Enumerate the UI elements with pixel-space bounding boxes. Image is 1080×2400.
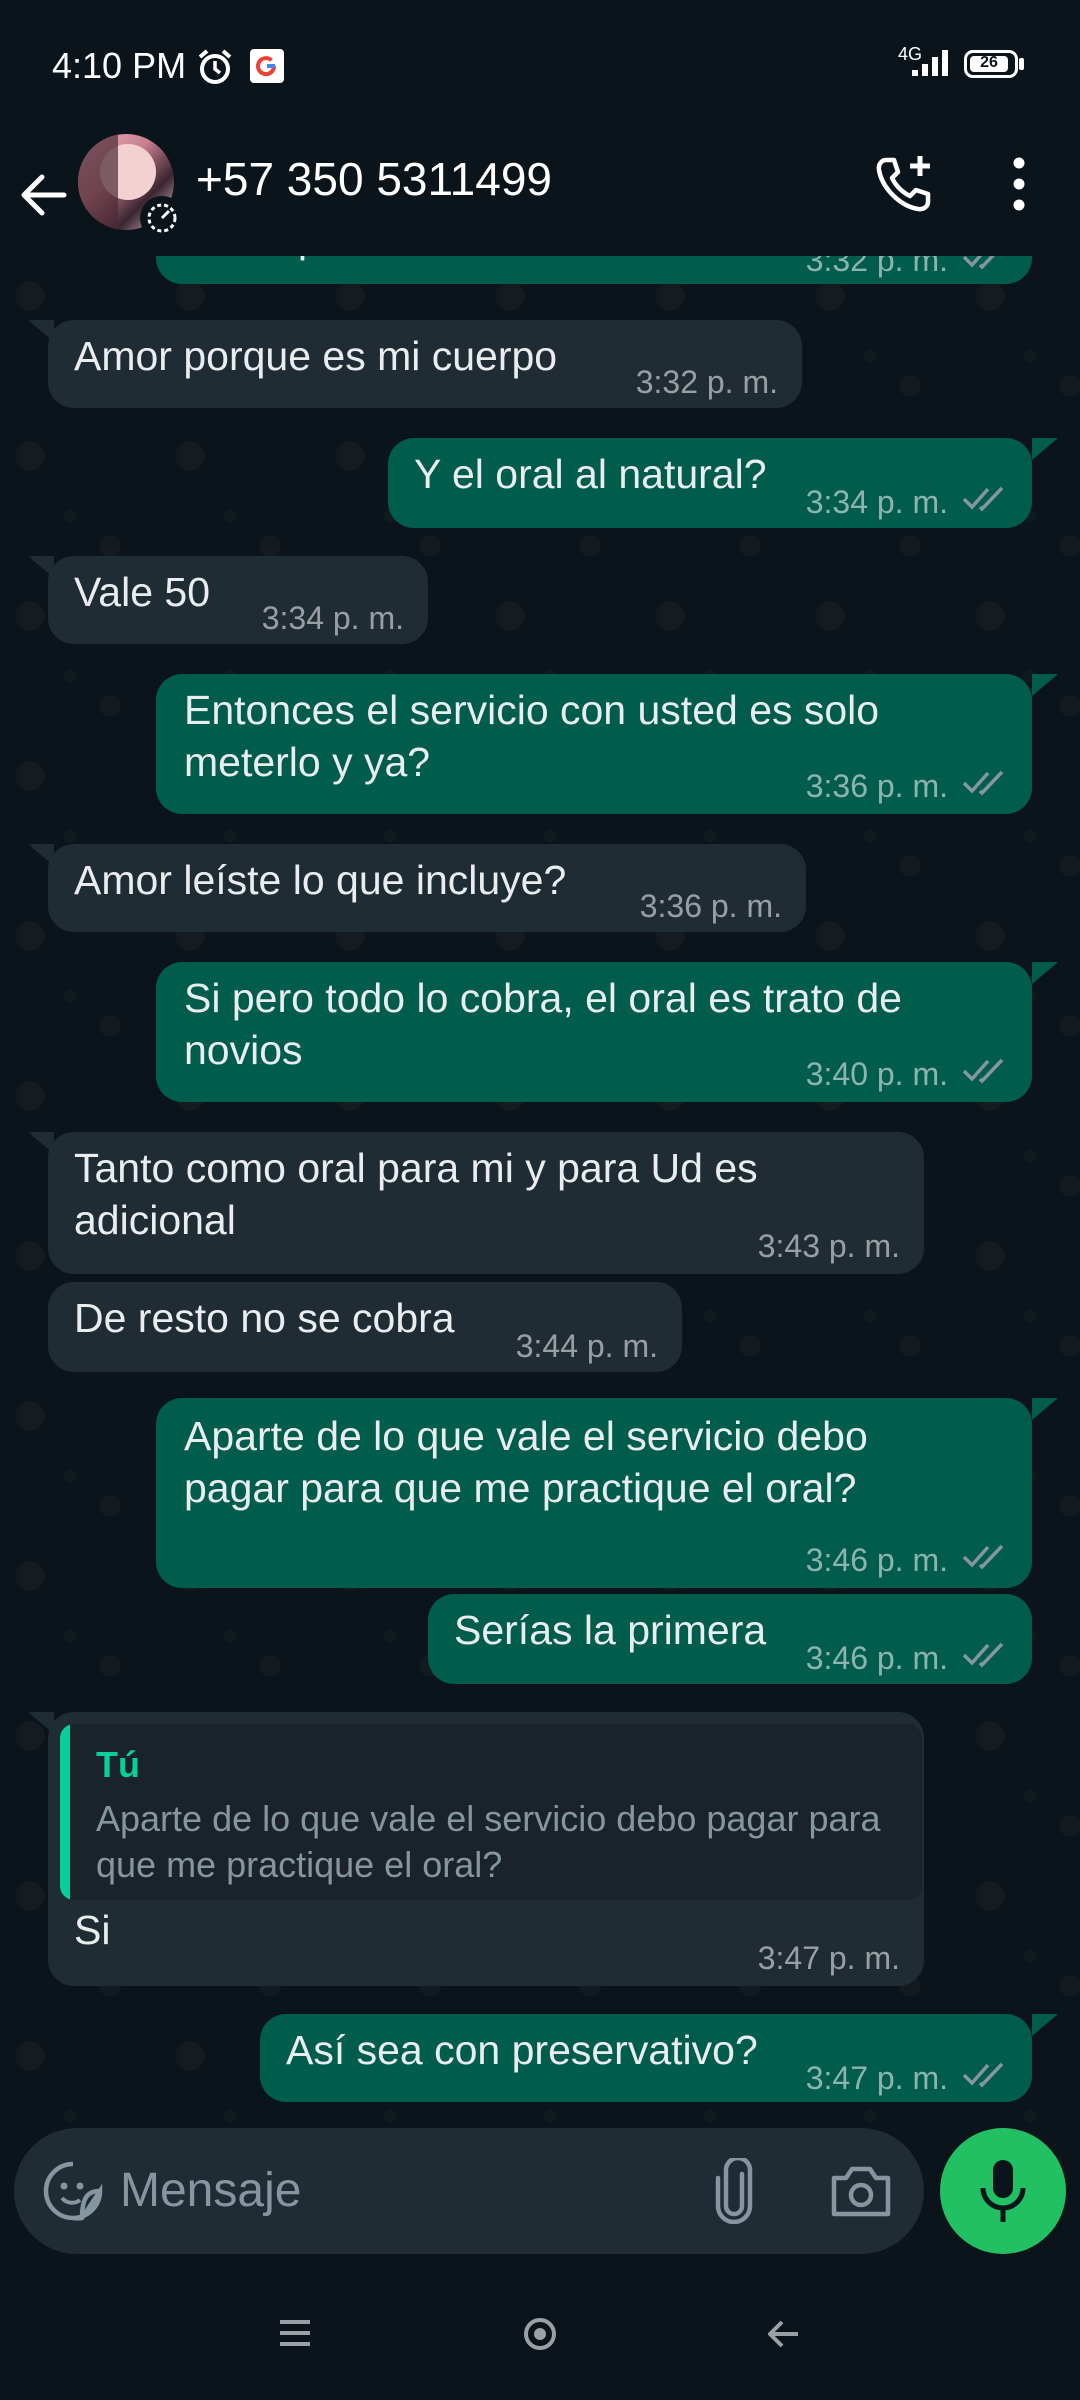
contact-name[interactable]: +57 350 5311499: [196, 152, 552, 206]
message-bubble-outgoing[interactable]: Entonces el servicio con usted es solo m…: [156, 674, 1032, 814]
message-time: 3:47 p. m.: [805, 2060, 948, 2096]
message-text-line: pagar para que me practique el oral?: [184, 1465, 857, 1511]
message-text-line: meterlo y ya?: [184, 739, 431, 785]
sticker-icon[interactable]: [42, 2160, 104, 2222]
bubble-tail: [1032, 674, 1058, 696]
read-ticks-icon: [962, 256, 995, 270]
home-icon[interactable]: [522, 2316, 558, 2352]
message-text-line: Si pero todo lo cobra, el oral es trato …: [184, 975, 902, 1021]
message-text-line: novios: [184, 1027, 303, 1073]
bubble-tail: [28, 1712, 54, 1734]
message-bubble-outgoing[interactable]: Y el oral al natural? 3:34 p. m.: [388, 438, 1032, 528]
message-composer: [14, 2128, 924, 2254]
message-time: 3:34 p. m.: [261, 600, 404, 636]
bubble-tail: [28, 1132, 54, 1154]
battery-icon: 26: [964, 50, 1018, 78]
message-text: De resto no se cobra: [74, 1295, 455, 1341]
message-time: 3:36 p. m.: [805, 768, 948, 804]
read-ticks-icon: [962, 1544, 1004, 1570]
quoted-text: Aparte de lo que vale el servicio debo p…: [96, 1798, 881, 1885]
back-arrow-icon[interactable]: [18, 172, 68, 218]
message-time: 3:46 p. m.: [805, 1542, 948, 1578]
microphone-icon: [980, 2160, 1026, 2222]
message-bubble-outgoing[interactable]: Si pero todo lo cobra, el oral es trato …: [156, 962, 1032, 1102]
battery-level: 26: [980, 54, 998, 71]
message-bubble-incoming[interactable]: Vale 50 3:34 p. m.: [48, 556, 428, 644]
google-icon: [250, 49, 284, 83]
bubble-tail: [28, 556, 54, 578]
system-nav-bar: [0, 2268, 1080, 2400]
read-ticks-icon: [962, 1642, 1004, 1668]
chat-area[interactable]: tiene que esforzarse 3:32 p. m. Amor por…: [0, 256, 1080, 2136]
read-ticks-icon: [962, 486, 1004, 512]
quote-accent-bar: [60, 1724, 70, 1900]
bubble-tail: [1032, 1398, 1058, 1420]
status-bar: 4:10 PM 4G 26: [0, 0, 1080, 134]
add-call-icon[interactable]: [872, 152, 936, 216]
read-ticks-icon: [962, 770, 1004, 796]
status-time: 4:10 PM: [52, 45, 187, 86]
message-time: 3:40 p. m.: [805, 1056, 948, 1092]
read-ticks-icon: [962, 1058, 1004, 1084]
back-nav-icon[interactable]: [766, 2318, 800, 2350]
message-time: 3:43 p. m.: [757, 1228, 900, 1264]
chat-header: +57 350 5311499: [0, 134, 1080, 256]
recent-apps-icon[interactable]: [278, 2318, 312, 2348]
timer-icon: [147, 203, 177, 233]
message-text: Amor leíste lo que incluye?: [74, 857, 567, 903]
message-text-line: adicional: [74, 1197, 236, 1243]
message-text: Y el oral al natural?: [414, 451, 767, 497]
read-ticks-icon: [962, 2062, 1004, 2088]
message-bubble-reply[interactable]: Tú Aparte de lo que vale el servicio deb…: [48, 1712, 924, 1986]
battery-tip: [1019, 58, 1024, 70]
message-bubble-outgoing[interactable]: tiene que esforzarse 3:32 p. m.: [156, 256, 1032, 284]
message-text: Vale 50: [74, 569, 211, 615]
message-input[interactable]: [118, 2156, 682, 2224]
voice-message-button[interactable]: [940, 2128, 1066, 2254]
attach-icon[interactable]: [712, 2158, 758, 2224]
message-time: 3:32 p. m.: [805, 256, 948, 278]
message-time: 3:46 p. m.: [805, 1640, 948, 1676]
message-time: 3:44 p. m.: [515, 1328, 658, 1364]
message-text: Si: [74, 1907, 111, 1953]
alarm-icon: [198, 49, 232, 84]
message-text: Así sea con preservativo?: [286, 2027, 758, 2073]
signal-icon: [912, 50, 948, 76]
quoted-message[interactable]: Tú Aparte de lo que vale el servicio deb…: [60, 1724, 922, 1900]
message-bubble-outgoing[interactable]: Aparte de lo que vale el servicio debo p…: [156, 1398, 1032, 1588]
message-bubble-incoming[interactable]: Amor porque es mi cuerpo 3:32 p. m.: [48, 320, 802, 408]
message-time: 3:32 p. m.: [635, 364, 778, 400]
message-bubble-incoming[interactable]: Amor leíste lo que incluye? 3:36 p. m.: [48, 844, 806, 932]
message-bubble-outgoing[interactable]: Serías la primera 3:46 p. m.: [428, 1594, 1032, 1684]
message-text-line: Aparte de lo que vale el servicio debo: [184, 1413, 868, 1459]
bubble-tail: [28, 844, 54, 866]
message-bubble-incoming[interactable]: De resto no se cobra 3:44 p. m.: [48, 1282, 682, 1372]
status-ring-badge: [140, 196, 184, 240]
message-time: 3:34 p. m.: [805, 484, 948, 520]
message-text-line: Tanto como oral para mi y para Ud es: [74, 1145, 758, 1191]
message-bubble-outgoing[interactable]: Así sea con preservativo? 3:47 p. m.: [260, 2014, 1032, 2102]
message-time: 3:47 p. m.: [757, 1940, 900, 1976]
bubble-tail: [1032, 438, 1058, 460]
quoted-author: Tú: [96, 1744, 140, 1785]
bubble-tail: [1032, 2014, 1058, 2036]
bubble-tail: [1032, 962, 1058, 984]
more-options-icon[interactable]: [1004, 152, 1034, 216]
message-text: tiene que esforzarse: [184, 256, 556, 264]
message-bubble-incoming[interactable]: Tanto como oral para mi y para Ud es adi…: [48, 1132, 924, 1274]
bubble-tail: [28, 320, 54, 342]
message-text-line: Entonces el servicio con usted es solo: [184, 687, 880, 733]
message-text: Amor porque es mi cuerpo: [74, 333, 558, 379]
message-text: Serías la primera: [454, 1607, 767, 1653]
camera-icon[interactable]: [830, 2164, 892, 2218]
message-time: 3:36 p. m.: [639, 888, 782, 924]
